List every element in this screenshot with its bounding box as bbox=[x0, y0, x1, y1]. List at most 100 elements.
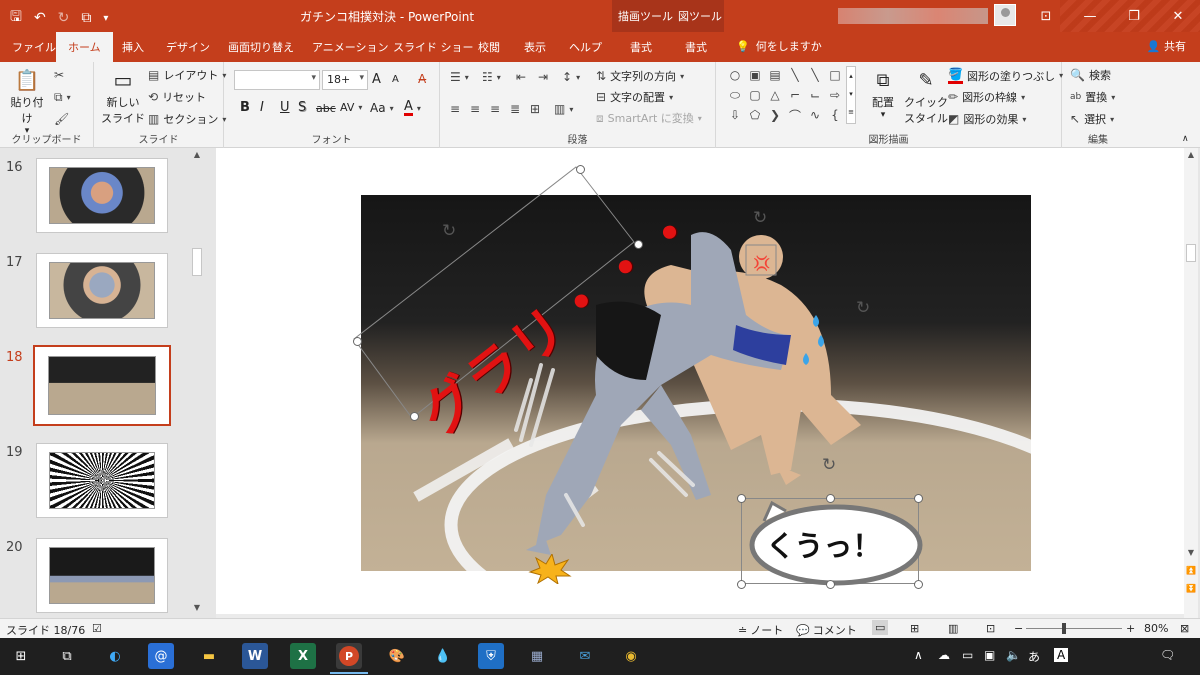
scroll-up-icon[interactable]: ▲ bbox=[1184, 150, 1198, 159]
previous-slide-icon[interactable]: ⏫ bbox=[1184, 566, 1198, 575]
onedrive-icon[interactable]: ☁ bbox=[938, 648, 950, 662]
resize-handle[interactable] bbox=[737, 580, 746, 589]
next-slide-icon[interactable]: ⏬ bbox=[1184, 584, 1198, 593]
grow-font-button[interactable]: A bbox=[372, 72, 381, 87]
mail-icon[interactable]: ✉ bbox=[572, 643, 598, 669]
editor-scrollbar[interactable]: ▲ ▼ ⏫ ⏬ bbox=[1184, 148, 1198, 618]
decrease-indent-button[interactable]: ⇤ bbox=[516, 70, 526, 84]
zoom-slider[interactable] bbox=[1026, 628, 1122, 629]
paint3d-icon[interactable]: 💧 bbox=[430, 643, 456, 669]
replace-button[interactable]: ab 置換 ▾ bbox=[1070, 89, 1115, 105]
reset-button[interactable]: ⟲ リセット bbox=[148, 89, 206, 105]
arrange-button[interactable]: ⧉ 配置 ▾ bbox=[864, 66, 902, 121]
text-direction-button[interactable]: ⇅ 文字列の方向 ▾ bbox=[596, 68, 684, 84]
comments-button[interactable]: 💬 コメント bbox=[796, 622, 857, 638]
zoom-level[interactable]: 80% bbox=[1144, 622, 1168, 635]
customize-qat-icon[interactable]: ▾ bbox=[103, 13, 108, 24]
tab-picture-format[interactable]: 書式 bbox=[685, 39, 707, 55]
copy-button[interactable]: ⧉ ▾ bbox=[54, 90, 71, 105]
task-view-icon[interactable]: ⧉ bbox=[54, 643, 80, 669]
resize-handle[interactable] bbox=[826, 494, 835, 503]
resize-handle[interactable] bbox=[576, 165, 585, 174]
resize-handle[interactable] bbox=[914, 494, 923, 503]
tab-home[interactable]: ホーム bbox=[56, 32, 113, 62]
resize-handle[interactable] bbox=[914, 580, 923, 589]
share-button[interactable]: 👤 共有 bbox=[1147, 38, 1186, 54]
resize-handle[interactable] bbox=[634, 240, 643, 249]
line-spacing-button[interactable]: ↕ ▾ bbox=[562, 70, 580, 84]
mail-app-icon[interactable]: @ bbox=[148, 643, 174, 669]
tab-slideshow[interactable]: スライド ショー bbox=[393, 39, 474, 55]
windows-start-icon[interactable]: ⊞ bbox=[8, 643, 34, 669]
rounded-rect-shape-icon[interactable]: ▢ bbox=[746, 86, 764, 104]
smartart-button[interactable]: ⧈ SmartArt に変換 ▾ bbox=[596, 110, 702, 126]
tab-view[interactable]: 表示 bbox=[524, 39, 546, 55]
zoom-in-button[interactable]: + bbox=[1126, 622, 1135, 635]
line2-shape-icon[interactable]: ╲ bbox=[806, 66, 824, 84]
tell-me-box[interactable]: 💡 何をしますか bbox=[736, 38, 822, 54]
brace-shape-icon[interactable]: { bbox=[826, 106, 844, 124]
arrow-shape-icon[interactable]: ⇨ bbox=[826, 86, 844, 104]
tab-review[interactable]: 校閲 bbox=[478, 39, 500, 55]
vertical-textbox-shape-icon[interactable]: ▤ bbox=[766, 66, 784, 84]
excel-icon[interactable]: X bbox=[290, 643, 316, 669]
align-right-button[interactable]: ≡ bbox=[490, 102, 500, 116]
thumbnail-scroll-thumb[interactable] bbox=[192, 248, 202, 276]
char-spacing-button[interactable]: AV ▾ bbox=[340, 101, 362, 114]
pentagon-shape-icon[interactable]: ⬠ bbox=[746, 106, 764, 124]
resize-handle[interactable] bbox=[826, 580, 835, 589]
tab-design[interactable]: デザイン bbox=[166, 39, 210, 55]
bullets-button[interactable]: ☰ ▾ bbox=[450, 70, 469, 84]
rectangle-shape-icon[interactable]: □ bbox=[826, 66, 844, 84]
thumbnail-scrollbar[interactable]: ▲ ▼ bbox=[190, 148, 204, 618]
columns-button[interactable]: ▥ ▾ bbox=[554, 102, 573, 116]
distributed-button[interactable]: ⊞ bbox=[530, 102, 540, 116]
zoom-slider-thumb[interactable] bbox=[1062, 623, 1066, 634]
ellipse-shape-icon[interactable]: ⬭ bbox=[726, 86, 744, 104]
zoom-out-button[interactable]: − bbox=[1014, 622, 1023, 635]
undo-icon[interactable]: ↶ bbox=[34, 10, 46, 26]
ribbon-display-options-button[interactable]: ⊡ bbox=[1024, 0, 1068, 32]
paste-button[interactable]: 📋 貼り付け ▾ bbox=[8, 66, 46, 136]
justify-button[interactable]: ≣ bbox=[510, 102, 520, 116]
reading-view-icon[interactable]: ▥ bbox=[948, 622, 958, 635]
tray-overflow-icon[interactable]: ∧ bbox=[914, 648, 923, 662]
curve-shape-icon[interactable]: ∿ bbox=[806, 106, 824, 124]
collapse-ribbon-icon[interactable]: ∧ bbox=[1182, 134, 1189, 144]
select-button[interactable]: ↖ 選択 ▾ bbox=[1070, 111, 1114, 127]
underline-button[interactable]: U bbox=[280, 100, 290, 115]
save-icon[interactable]: 🖫 bbox=[10, 6, 22, 30]
chevron-shape-icon[interactable]: ❯ bbox=[766, 106, 784, 124]
ime-mode-indicator[interactable]: あ bbox=[1028, 648, 1040, 665]
shrink-font-button[interactable]: A bbox=[392, 74, 399, 85]
edge-icon[interactable]: ◐ bbox=[102, 643, 128, 669]
find-button[interactable]: 🔍 検索 bbox=[1070, 67, 1111, 83]
editor-scroll-thumb[interactable] bbox=[1186, 244, 1196, 262]
rotate-handle-icon[interactable]: ↻ bbox=[822, 455, 836, 475]
change-case-button[interactable]: Aa ▾ bbox=[370, 101, 394, 115]
tab-drawing-format[interactable]: 書式 bbox=[630, 39, 652, 55]
speech-bubble-selected[interactable]: くうっ！ ↻ bbox=[741, 455, 923, 586]
notes-button[interactable]: ≐ ノート bbox=[738, 622, 783, 638]
powerpoint-icon[interactable]: P bbox=[330, 643, 368, 674]
resize-handle[interactable] bbox=[353, 337, 362, 346]
slideshow-view-icon[interactable]: ⊡ bbox=[986, 622, 995, 635]
network-icon[interactable]: ▣ bbox=[984, 648, 995, 662]
tab-animations[interactable]: アニメーション bbox=[312, 39, 389, 55]
file-explorer-icon[interactable]: ▬ bbox=[196, 643, 222, 669]
font-name-combo[interactable] bbox=[234, 70, 320, 90]
thumbnail-slide-17[interactable]: 17 bbox=[0, 253, 190, 339]
shadow-button[interactable]: S bbox=[298, 100, 306, 115]
volume-icon[interactable]: 🔈 bbox=[1006, 648, 1021, 662]
oval-shape-icon[interactable]: ○ bbox=[726, 66, 744, 84]
scroll-up-icon[interactable]: ▲ bbox=[190, 150, 204, 159]
italic-button[interactable]: I bbox=[260, 100, 264, 115]
fit-slide-icon[interactable]: ⊠ bbox=[1180, 622, 1189, 635]
connector-shape-icon[interactable]: ⌙ bbox=[806, 86, 824, 104]
user-avatar[interactable] bbox=[994, 4, 1016, 26]
rotate-handle-icon[interactable]: ↻ bbox=[753, 208, 767, 228]
start-presentation-icon[interactable]: ⧉ bbox=[81, 10, 91, 26]
normal-view-icon[interactable]: ▭ bbox=[872, 620, 889, 635]
resize-handle[interactable] bbox=[737, 494, 746, 503]
increase-indent-button[interactable]: ⇥ bbox=[538, 70, 548, 84]
